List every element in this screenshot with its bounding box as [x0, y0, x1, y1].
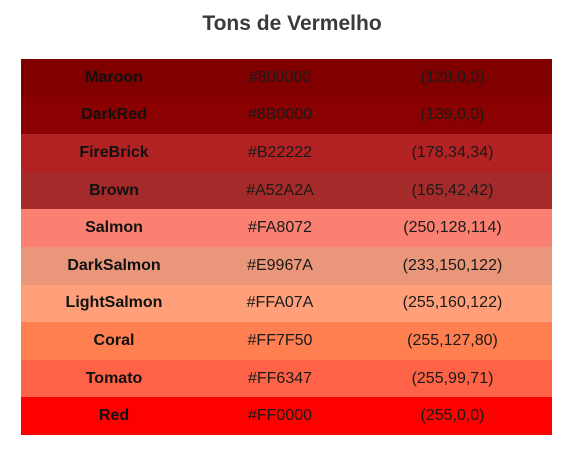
table-row: FireBrick #B22222 (178,34,34)	[21, 134, 552, 172]
color-name-cell: Salmon	[85, 219, 143, 237]
table-row: Maroon #800000 (128,0,0)	[21, 59, 552, 97]
rgb-value-cell: (139,0,0)	[420, 106, 485, 124]
hex-code-cell: #FF7F50	[247, 331, 313, 349]
rgb-value-cell: (128,0,0)	[420, 68, 485, 86]
color-name-cell: Maroon	[85, 68, 143, 86]
color-table-body: Maroon #800000 (128,0,0) DarkRed #8B0000…	[21, 59, 552, 435]
hex-code-cell: #800000	[248, 68, 312, 86]
hex-code-cell: #FF6347	[247, 369, 313, 387]
page-title: Tons de Vermelho	[202, 12, 382, 35]
hex-code-cell: #B22222	[247, 143, 313, 161]
rgb-value-cell: (178,34,34)	[411, 143, 494, 161]
rgb-value-cell: (255,127,80)	[407, 331, 498, 349]
table-row: Coral #FF7F50 (255,127,80)	[21, 322, 552, 360]
hex-code-cell: #E9967A	[247, 256, 313, 274]
rgb-value-cell: (233,150,122)	[402, 256, 503, 274]
table-row: DarkSalmon #E9967A (233,150,122)	[21, 246, 552, 285]
color-name-cell: Red	[98, 407, 130, 425]
table-row: DarkRed #8B0000 (139,0,0)	[21, 96, 552, 135]
rgb-value-cell: (255,0,0)	[420, 407, 485, 425]
color-table: Maroon #800000 (128,0,0) DarkRed #8B0000…	[21, 59, 552, 435]
color-name-cell: DarkRed	[81, 106, 147, 124]
hex-code-cell: #FA8072	[247, 219, 313, 237]
color-name-cell: Tomato	[85, 369, 143, 387]
table-row: Salmon #FA8072 (250,128,114)	[21, 209, 552, 247]
hex-code-cell: #8B0000	[247, 106, 313, 124]
color-name-cell: LightSalmon	[65, 294, 163, 312]
rgb-value-cell: (255,99,71)	[411, 369, 494, 387]
rgb-value-cell: (250,128,114)	[403, 219, 502, 237]
table-row: Red #FF0000 (255,0,0)	[21, 397, 552, 435]
hex-code-cell: #FF0000	[247, 407, 313, 425]
hex-code-cell: #FFA07A	[246, 294, 314, 312]
color-name-cell: Coral	[93, 331, 135, 349]
rgb-value-cell: (165,42,42)	[411, 181, 494, 199]
table-row: Tomato #FF6347 (255,99,71)	[21, 359, 552, 398]
table-row: LightSalmon #FFA07A (255,160,122)	[21, 284, 552, 323]
table-row: Brown #A52A2A (165,42,42)	[21, 171, 552, 210]
hex-code-cell: #A52A2A	[246, 181, 314, 199]
color-name-cell: FireBrick	[79, 143, 149, 161]
color-name-cell: Brown	[89, 181, 139, 199]
rgb-value-cell: (255,160,122)	[402, 294, 503, 312]
color-name-cell: DarkSalmon	[67, 256, 161, 274]
